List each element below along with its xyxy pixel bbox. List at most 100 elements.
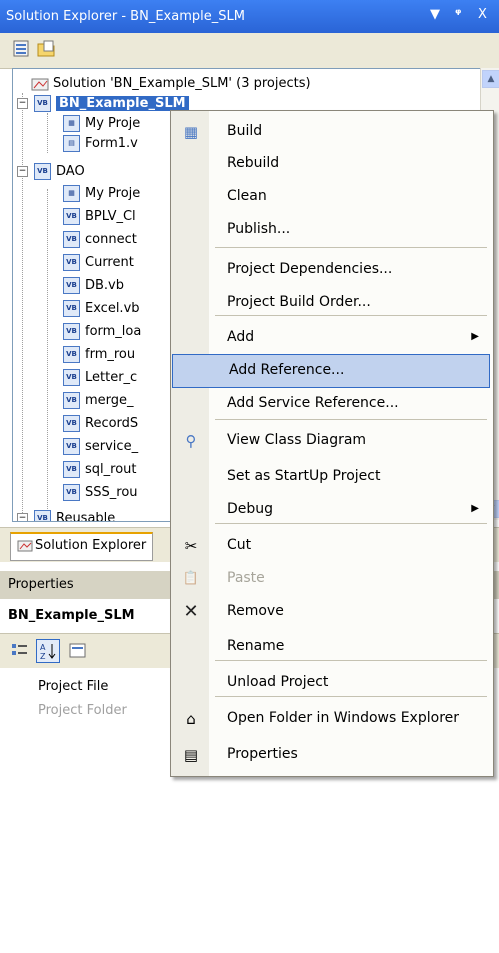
vb-file-icon: VB	[63, 277, 80, 294]
menu-item-paste[interactable]: 📋 Paste	[171, 563, 493, 595]
menu-item-label: Debug	[227, 501, 274, 517]
project-node-reusable[interactable]: − VB Reusable	[17, 509, 116, 522]
scroll-up-icon[interactable]: ▲	[482, 70, 499, 88]
menu-item-build[interactable]: ▦ Build	[171, 116, 493, 148]
properties-icon[interactable]	[12, 39, 32, 59]
menu-item-label: Remove	[227, 603, 284, 619]
menu-item-label: Rebuild	[227, 155, 280, 171]
title-bar: Solution Explorer - BN_Example_SLM ▼ ᵠ X	[0, 0, 499, 33]
tree-item[interactable]: ▦ My Proje	[63, 184, 140, 204]
close-icon[interactable]: X	[478, 7, 487, 22]
solution-icon	[31, 78, 49, 90]
menu-item-add-service-reference[interactable]: Add Service Reference...	[171, 388, 493, 420]
menu-item-remove[interactable]: ✕ Remove	[171, 596, 493, 628]
menu-item-open-folder-in-windows-explorer[interactable]: ⌂ Open Folder in Windows Explorer	[171, 703, 493, 735]
solution-icon	[17, 540, 33, 551]
submenu-arrow-icon: ▶	[471, 503, 479, 514]
properties-icon: ▤	[183, 746, 199, 764]
categorized-icon[interactable]	[10, 641, 30, 661]
project-label: Reusable	[56, 511, 116, 522]
menu-item-unload-project[interactable]: Unload Project	[171, 667, 493, 699]
solution-node[interactable]: Solution 'BN_Example_SLM' (3 projects)	[31, 74, 311, 94]
vb-file-icon: VB	[63, 461, 80, 478]
menu-item-rename[interactable]: Rename	[171, 631, 493, 663]
menu-separator	[215, 247, 487, 248]
vb-file-icon: VB	[63, 346, 80, 363]
menu-item-label: Add	[227, 329, 255, 345]
tree-item[interactable]: VB merge_	[63, 391, 134, 411]
vb-file-icon: VB	[63, 392, 80, 409]
window-title: Solution Explorer - BN_Example_SLM	[6, 9, 245, 24]
tree-item[interactable]: VB sql_rout	[63, 460, 137, 480]
tree-item[interactable]: VB RecordS	[63, 414, 138, 434]
vb-project-icon: VB	[34, 95, 51, 112]
menu-item-label: View Class Diagram	[227, 432, 367, 448]
alphabetical-icon[interactable]: AZ	[36, 639, 60, 663]
tree-item[interactable]: VB DB.vb	[63, 276, 124, 296]
vb-file-icon: VB	[63, 208, 80, 225]
project-context-menu: ▦ Build Rebuild Clean Publish... Project Depe…	[170, 110, 494, 777]
open-folder-icon: ⌂	[186, 710, 196, 728]
tree-item[interactable]: VB connect	[63, 230, 137, 250]
pin-icon[interactable]: ᵠ	[455, 7, 461, 22]
menu-item-label: Unload Project	[227, 674, 329, 690]
vb-file-icon: VB	[63, 484, 80, 501]
scissors-icon: ✂	[184, 537, 198, 555]
dropdown-icon[interactable]: ▼	[430, 7, 440, 22]
menu-item-label: Properties	[227, 746, 298, 762]
property-pages-icon[interactable]	[68, 641, 88, 661]
tree-item[interactable]: VB Letter_c	[63, 368, 137, 388]
tree-item[interactable]: VB form_loa	[63, 322, 141, 342]
paste-icon: 📋	[182, 571, 200, 586]
tab-solution-explorer[interactable]: Solution Explorer	[10, 532, 154, 561]
vb-project-icon: VB	[34, 163, 51, 180]
menu-item-label: Add Service Reference...	[227, 395, 399, 411]
menu-item-debug[interactable]: Debug ▶	[171, 494, 493, 526]
submenu-arrow-icon: ▶	[471, 331, 479, 342]
svg-text:Z: Z	[40, 652, 46, 661]
menu-item-set-as-startup-project[interactable]: Set as StartUp Project	[171, 461, 493, 493]
menu-item-publish[interactable]: Publish...	[171, 214, 493, 246]
class-diagram-icon: ⚲	[185, 432, 197, 450]
menu-item-add[interactable]: Add ▶	[171, 322, 493, 354]
menu-item-add-reference[interactable]: Add Reference...	[172, 354, 490, 388]
menu-item-view-class-diagram[interactable]: ⚲ View Class Diagram	[171, 425, 493, 457]
form-icon: ▤	[63, 135, 80, 152]
project-node-dao[interactable]: − VB DAO	[17, 162, 85, 182]
vb-file-icon: VB	[63, 231, 80, 248]
tree-item[interactable]: VB Excel.vb	[63, 299, 140, 319]
menu-item-label: Open Folder in Windows Explorer	[227, 710, 460, 726]
menu-item-label: Set as StartUp Project	[227, 468, 381, 484]
menu-item-properties[interactable]: ▤ Properties	[171, 739, 493, 771]
menu-item-label: Build	[227, 123, 263, 139]
collapse-icon[interactable]: −	[17, 98, 28, 109]
menu-separator	[215, 523, 487, 524]
collapse-icon[interactable]: −	[17, 513, 28, 521]
menu-item-cut[interactable]: ✂ Cut	[171, 530, 493, 562]
solution-label: Solution 'BN_Example_SLM' (3 projects)	[53, 76, 311, 91]
tree-item[interactable]: ▦ My Proje	[63, 114, 140, 134]
tree-item[interactable]: VB service_	[63, 437, 138, 457]
project-node-bn-example-slm[interactable]: − VB BN_Example_SLM	[17, 94, 189, 114]
menu-item-project-dependencies[interactable]: Project Dependencies...	[171, 254, 493, 286]
tree-item[interactable]: VB frm_rou	[63, 345, 135, 365]
vb-file-icon: VB	[63, 438, 80, 455]
solution-explorer-toolbar	[0, 33, 499, 69]
tree-item[interactable]: VB BPLV_Cl	[63, 207, 136, 227]
collapse-icon[interactable]: −	[17, 166, 28, 177]
menu-item-label: Clean	[227, 188, 267, 204]
menu-item-label: Cut	[227, 537, 252, 553]
tree-item[interactable]: VB Current	[63, 253, 134, 273]
menu-item-clean[interactable]: Clean	[171, 181, 493, 213]
vb-file-icon: VB	[63, 369, 80, 386]
tree-item[interactable]: VB SSS_rou	[63, 483, 138, 503]
menu-separator	[215, 660, 487, 661]
menu-separator	[215, 696, 487, 697]
project-label: BN_Example_SLM	[56, 96, 189, 111]
menu-item-label: Add Reference...	[229, 362, 345, 378]
menu-item-rebuild[interactable]: Rebuild	[171, 148, 493, 180]
remove-x-icon: ✕	[183, 601, 199, 622]
show-all-files-icon[interactable]	[36, 39, 56, 59]
tree-item[interactable]: ▤ Form1.v	[63, 134, 138, 154]
vb-project-icon: VB	[34, 510, 51, 521]
